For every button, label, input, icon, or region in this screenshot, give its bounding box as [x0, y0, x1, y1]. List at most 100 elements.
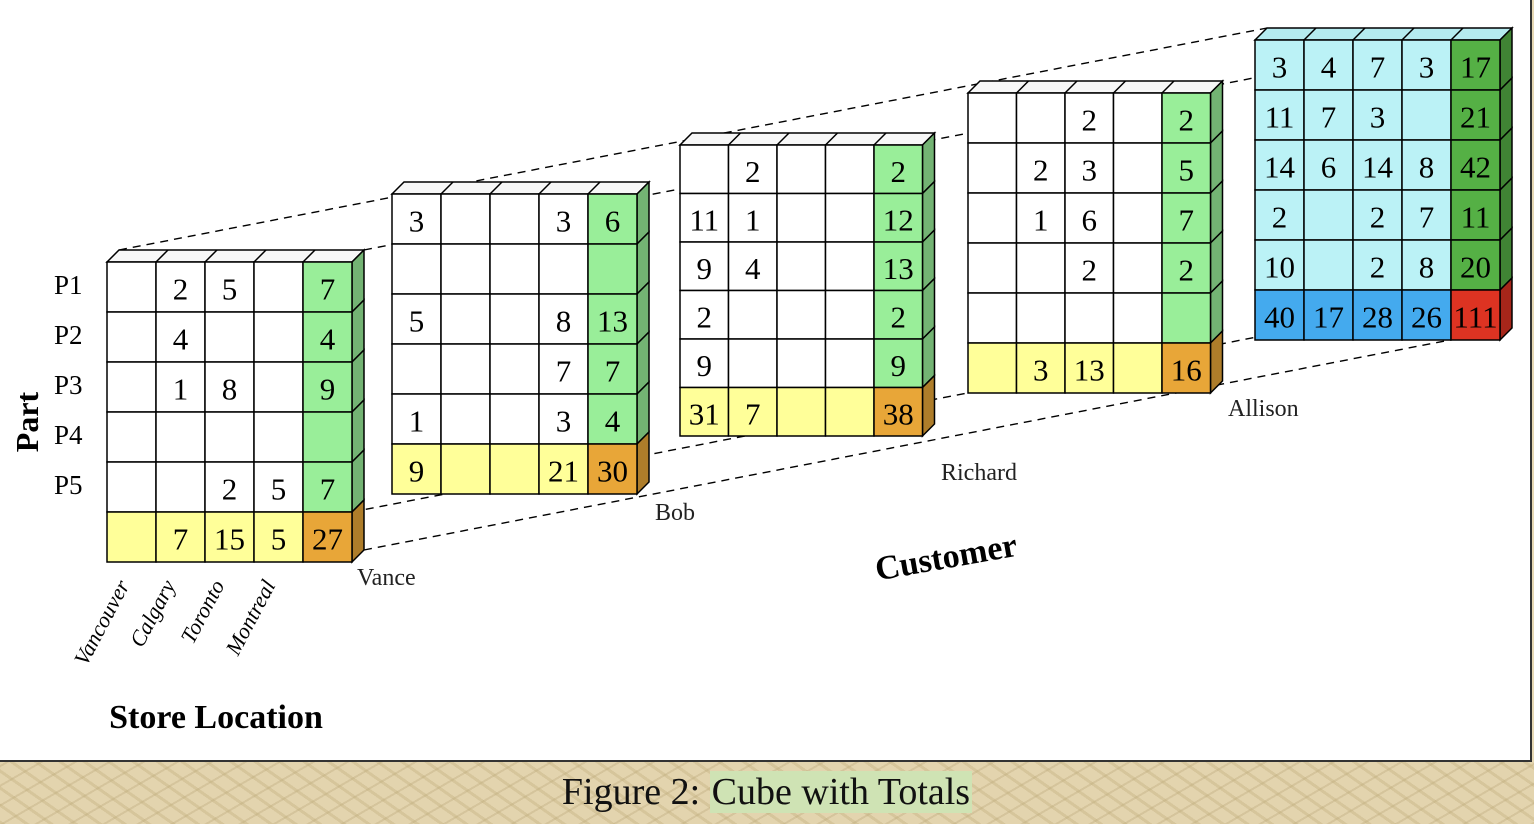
slice-cell [967, 92, 1018, 144]
cell-value: 28 [1362, 300, 1393, 335]
slice-cell [1064, 292, 1115, 344]
slice-cell [489, 193, 540, 245]
cell-value: 30 [597, 454, 628, 489]
caption-prefix: Figure 2: [561, 771, 710, 813]
cell-value: 7 [320, 472, 336, 507]
cell-value: 9 [320, 372, 336, 407]
slice-cell [967, 192, 1018, 244]
cell-value: 40 [1264, 300, 1295, 335]
cell-value: 1 [409, 404, 425, 439]
cell-value: 5 [271, 472, 287, 507]
cell-value: 8 [222, 372, 238, 407]
cell-value: 4 [1321, 50, 1337, 85]
cell-value: 7 [1321, 100, 1337, 135]
cell-value: 6 [605, 204, 621, 239]
customer-axis-label: Customer [872, 527, 1020, 588]
cell-value: 2 [697, 299, 713, 334]
slice-cell [106, 511, 157, 563]
cell-value: 13 [597, 304, 628, 339]
store-label: Toronto [175, 576, 229, 648]
cell-value: 38 [883, 396, 914, 431]
part-label: P5 [54, 470, 83, 500]
slice-cell [489, 343, 540, 395]
cell-value: 16 [1171, 353, 1202, 388]
cell-value: 21 [1460, 100, 1491, 135]
slice-cell [1112, 242, 1163, 294]
slice-cell [253, 311, 304, 363]
cell-value: 4 [605, 404, 621, 439]
cell-value: 17 [1460, 50, 1491, 85]
slice-cell [391, 243, 442, 295]
customer-label: Allison [1228, 396, 1299, 422]
slice-cell [1401, 89, 1452, 141]
slice-cell [204, 311, 255, 363]
cell-value: 1 [745, 202, 761, 237]
customer-label: Vance [357, 565, 416, 591]
cell-value: 3 [1370, 100, 1386, 135]
slice-cell [106, 411, 157, 463]
slice-top-face [105, 249, 366, 263]
cell-value: 2 [891, 299, 907, 334]
cell-value: 1 [1033, 203, 1049, 238]
slice-cell [727, 338, 778, 389]
slice-cell [106, 461, 157, 513]
cell-value: 2 [222, 472, 238, 507]
slice-cell [106, 261, 157, 313]
cell-value: 12 [883, 202, 914, 237]
cell-value: 6 [1082, 203, 1098, 238]
slice-cell [776, 144, 827, 195]
slice-cell [824, 386, 875, 437]
slice-cell [489, 293, 540, 345]
cell-value: 17 [1313, 300, 1344, 335]
cell-value: 11 [1265, 100, 1295, 135]
slice-top-face [966, 80, 1225, 94]
slice-cell [1303, 189, 1354, 241]
part-axis-label: Part [9, 391, 45, 452]
cell-value: 9 [697, 348, 713, 383]
slice-side-segment [1499, 276, 1513, 342]
cell-value: 4 [173, 322, 189, 357]
cell-value: 9 [697, 251, 713, 286]
slice-cell [776, 338, 827, 389]
cell-value: 13 [1074, 353, 1105, 388]
slice-top-face [678, 132, 937, 146]
cell-value: 2 [1082, 103, 1098, 138]
cell-value: 13 [883, 251, 914, 286]
slice-cell [489, 243, 540, 295]
cell-value: 27 [312, 522, 343, 557]
caption-highlight: Cube with Totals [709, 771, 973, 813]
slice-cell [253, 261, 304, 313]
slice-cell [204, 411, 255, 463]
cell-value: 3 [409, 204, 425, 239]
slice-cell [253, 411, 304, 463]
slice-top-face [1253, 27, 1514, 41]
cell-value: 2 [1082, 253, 1098, 288]
cell-value: 4 [320, 322, 336, 357]
slice-cell [1112, 192, 1163, 244]
slice-cell [1112, 142, 1163, 194]
slice-cell [824, 241, 875, 292]
slice-cell [489, 443, 540, 495]
cell-value: 3 [1033, 353, 1049, 388]
cell-value: 11 [1461, 200, 1491, 235]
slice-cell [587, 243, 638, 295]
part-label: P4 [54, 420, 83, 450]
customer-label: Richard [941, 460, 1017, 486]
slice-cell [967, 342, 1018, 394]
slice-cell [776, 241, 827, 292]
slice-cell [967, 292, 1018, 344]
figure-caption: Figure 2: Cube with Totals [0, 770, 1534, 814]
cell-value: 5 [409, 304, 425, 339]
cell-value: 26 [1411, 300, 1442, 335]
slice-cell [489, 393, 540, 445]
customer-slice: 3 3 65 8 137 71 3 49 21 30Bob [390, 180, 695, 526]
slice-cell [1015, 292, 1066, 344]
cell-value: 5 [1179, 153, 1195, 188]
cell-value: 14 [1264, 150, 1296, 185]
cell-value: 2 [1370, 200, 1386, 235]
slice-cell [440, 443, 491, 495]
cell-value: 3 [1272, 50, 1288, 85]
cell-value: 7 [320, 272, 336, 307]
slice-side-segment [1209, 329, 1224, 395]
cell-value: 7 [173, 522, 189, 557]
